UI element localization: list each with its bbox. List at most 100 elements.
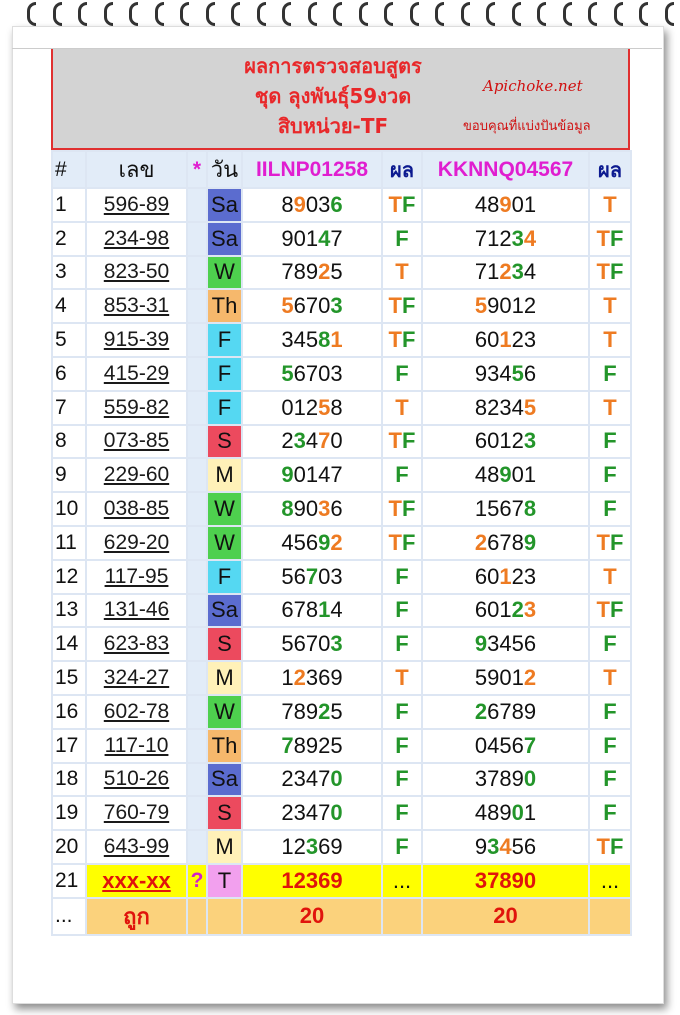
totals-blank	[588, 896, 632, 936]
result-t: T	[596, 259, 610, 285]
formula-digit: 5	[499, 732, 512, 758]
row-number: 234-98	[85, 220, 188, 257]
result-t: T	[603, 563, 617, 589]
row-day-badge: Sa	[206, 187, 243, 223]
table-row: 16 602-78 W 78925 F 26789 F	[51, 693, 632, 730]
prediction-number: xxx-xx	[85, 862, 188, 899]
formula-digit: 1	[523, 462, 537, 488]
row-index: 1	[51, 187, 87, 223]
formula-digit: 6	[523, 631, 537, 657]
table-row: 13 131-46 Sa 67814 F 60123 TF	[51, 592, 632, 629]
row-formula-1: 89036	[241, 187, 383, 223]
formula-digit: 0	[293, 225, 306, 251]
row-formula-1: 45692	[241, 524, 383, 561]
row-formula-2: 59012	[421, 288, 590, 325]
formula-digit: 0	[318, 360, 331, 386]
row-number: 038-85	[85, 491, 188, 527]
formula-digit: 7	[511, 496, 524, 522]
title-line-2: ชุด ลุงพันธุ์59งวด	[254, 84, 412, 108]
row-result-1: F	[381, 626, 423, 663]
formula-digit: 7	[318, 800, 331, 826]
formula-digit: 2	[330, 529, 343, 555]
formula-digit: 8	[293, 259, 306, 285]
formula-digit: 4	[305, 800, 319, 826]
result-t: T	[603, 394, 617, 420]
formula-digit: 4	[487, 732, 500, 758]
row-number: 073-85	[85, 423, 188, 460]
row-day-badge: Th	[206, 727, 243, 764]
row-star-cell	[186, 592, 208, 629]
row-number: 117-95	[85, 558, 188, 595]
formula-digit: 6	[487, 698, 500, 724]
result-t: T	[388, 496, 402, 522]
formula-digit: 6	[474, 563, 488, 589]
row-result-1: F	[381, 592, 423, 629]
formula-digit: 5	[330, 732, 343, 758]
formula-digit: 2	[474, 529, 488, 555]
table-row: 8 073-85 S 23470 TF 60123 F	[51, 423, 632, 460]
row-day-badge: S	[206, 626, 243, 663]
formula-digit: 7	[330, 225, 343, 251]
table-row: 10 038-85 W 89036 TF 15678 F	[51, 491, 632, 527]
row-result-1: F	[381, 795, 423, 832]
row-index: 9	[51, 457, 87, 494]
formula-digit: 1	[305, 225, 319, 251]
result-t: T	[603, 327, 617, 353]
result-f: F	[603, 766, 617, 792]
row-index: 19	[51, 795, 87, 832]
result-f: F	[603, 496, 617, 522]
formula-digit: 8	[523, 496, 537, 522]
spiral-ring	[256, 2, 266, 26]
row-formula-2: 60123	[421, 423, 590, 460]
formula-digit: 1	[511, 293, 524, 319]
table-row: 18 510-26 Sa 23470 F 37890 F	[51, 761, 632, 798]
row-number: 596-89	[85, 187, 188, 223]
row-formula-1: 23470	[241, 761, 383, 798]
row-day-badge: F	[206, 389, 243, 426]
formula-digit: 8	[281, 496, 294, 522]
spiral-ring	[460, 2, 470, 26]
formula-digit: 7	[487, 766, 500, 792]
row-index: 6	[51, 355, 87, 392]
row-formula-1: 67814	[241, 592, 383, 629]
formula-digit: 9	[293, 496, 306, 522]
formula-digit: 0	[511, 800, 524, 826]
formula-digit: 3	[281, 327, 294, 353]
row-result-1: F	[381, 355, 423, 392]
row-star-cell	[186, 491, 208, 527]
row-result-1: F	[381, 829, 423, 865]
formula-digit: 0	[474, 732, 488, 758]
formula-digit: 6	[474, 597, 488, 623]
formula-digit: 9	[499, 191, 512, 217]
row-formula-2: 04567	[421, 727, 590, 764]
spiral-ring	[435, 2, 444, 26]
row-star-cell	[186, 795, 208, 832]
formula-digit: 9	[330, 834, 343, 860]
formula-digit: 5	[293, 529, 306, 555]
row-day-badge: W	[206, 524, 243, 561]
formula-digit: 0	[318, 631, 331, 657]
formula-digit: 0	[487, 597, 500, 623]
row-formula-1: 56703	[241, 355, 383, 392]
row-day-badge: W	[206, 693, 243, 730]
row-result-2: TF	[588, 829, 632, 865]
row-formula-1: 78925	[241, 693, 383, 730]
spiral-ring	[333, 2, 342, 26]
result-f: F	[395, 766, 409, 792]
row-day-badge: M	[206, 457, 243, 494]
spiral-ring	[307, 2, 317, 26]
row-formula-1: 90147	[241, 220, 383, 257]
row-star-cell	[186, 254, 208, 291]
row-day-badge: Sa	[206, 592, 243, 629]
row-number: 559-82	[85, 389, 188, 426]
row-number: 823-50	[85, 254, 188, 291]
formula-digit: 5	[305, 327, 319, 353]
formula-digit: 1	[318, 597, 331, 623]
formula-digit: 7	[281, 259, 294, 285]
table-row: 17 117-10 Th 78925 F 04567 F	[51, 727, 632, 764]
formula-digit: 2	[293, 665, 306, 691]
row-formula-1: 56703	[241, 558, 383, 595]
result-t: T	[596, 225, 610, 251]
formula-digit: 4	[474, 462, 488, 488]
row-formula-1: 78925	[241, 727, 383, 764]
